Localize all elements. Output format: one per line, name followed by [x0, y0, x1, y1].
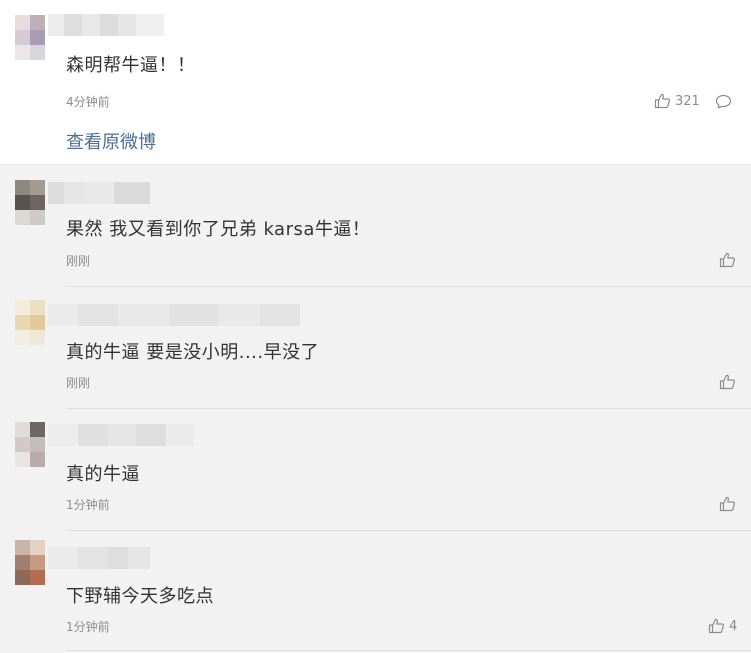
like-button[interactable] — [719, 374, 740, 390]
like-button[interactable]: 4 — [708, 618, 737, 634]
reply-time: 1分钟前 — [66, 620, 110, 634]
reply-time: 刚刚 — [66, 254, 91, 268]
thumbs-up-icon — [708, 618, 724, 634]
avatar[interactable] — [15, 300, 45, 345]
username-blurred[interactable] — [48, 547, 150, 569]
thumbs-up-icon — [654, 93, 670, 109]
like-count: 4 — [729, 618, 738, 634]
reply-time: 1分钟前 — [66, 498, 110, 512]
reply-text: 果然 我又看到你了兄弟 karsa牛逼！ — [66, 219, 371, 240]
comment-time: 4分钟前 — [66, 95, 110, 109]
like-count: 321 — [675, 93, 700, 109]
username-blurred[interactable] — [48, 304, 300, 326]
divider — [66, 530, 751, 531]
username-blurred[interactable] — [48, 424, 194, 446]
like-button[interactable]: 321 — [654, 93, 700, 109]
main-comment-card: 森明帮牛逼！！ 4分钟前 321 查看原微博 — [0, 0, 751, 165]
reply-text: 真的牛逼 — [66, 464, 140, 485]
reply-text: 下野辅今天多吃点 — [66, 586, 214, 607]
like-button[interactable] — [719, 496, 740, 512]
like-button[interactable] — [719, 252, 740, 268]
username-blurred[interactable] — [48, 14, 164, 36]
avatar[interactable] — [15, 422, 45, 467]
avatar[interactable] — [15, 15, 45, 60]
username-blurred[interactable] — [48, 182, 150, 204]
thumbs-up-icon — [719, 374, 735, 390]
divider — [66, 408, 751, 409]
divider — [66, 650, 751, 651]
view-original-weibo-link[interactable]: 查看原微博 — [66, 128, 156, 154]
reply-text: 真的牛逼 要是没小明....早没了 — [66, 342, 320, 363]
thumbs-up-icon — [719, 252, 735, 268]
avatar[interactable] — [15, 180, 45, 225]
comment-text: 森明帮牛逼！！ — [66, 55, 196, 76]
thumbs-up-icon — [719, 496, 735, 512]
reply-time: 刚刚 — [66, 376, 91, 390]
avatar[interactable] — [15, 540, 45, 585]
comment-bubble-icon[interactable] — [715, 94, 732, 110]
divider — [66, 286, 751, 287]
